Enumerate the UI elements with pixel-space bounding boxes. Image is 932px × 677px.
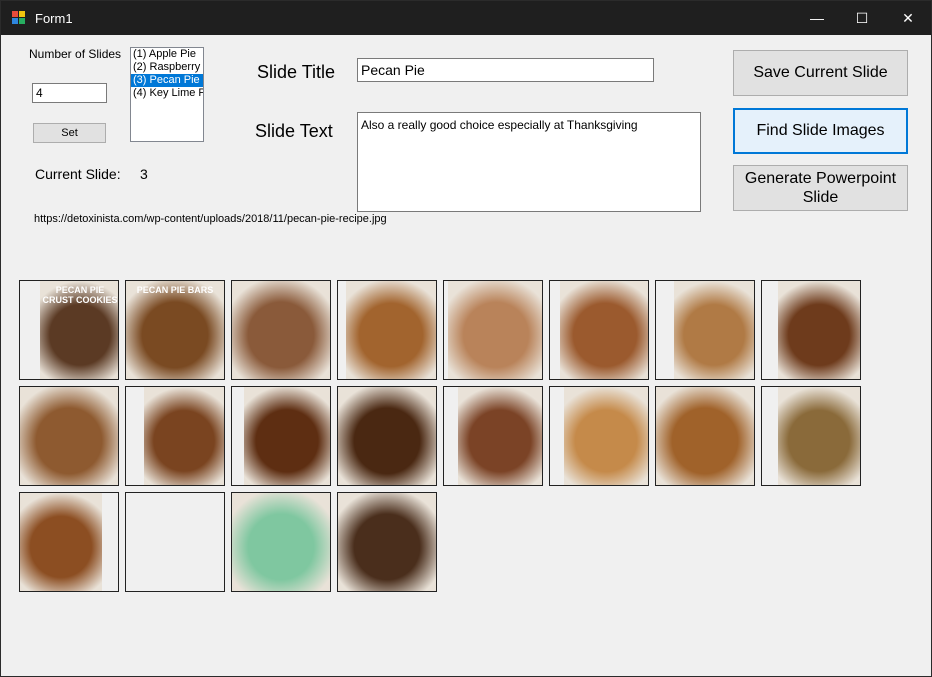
number-of-slides-label: Number of Slides bbox=[29, 47, 122, 61]
slide-list-item-selected[interactable]: (3) Pecan Pie bbox=[131, 74, 203, 87]
slide-title-label: Slide Title bbox=[257, 62, 336, 82]
thumbnail-image bbox=[20, 387, 118, 485]
caramel-drizzle-dessert-thumb[interactable] bbox=[337, 280, 437, 380]
skillet-pecan-dessert-thumb[interactable] bbox=[337, 492, 437, 592]
thumbnail-image bbox=[448, 281, 542, 379]
thumbnail-image bbox=[560, 281, 648, 379]
slides-listbox[interactable]: (1) Apple Pie (2) Raspberry Pie (3) Peca… bbox=[130, 47, 204, 142]
set-button[interactable]: Set bbox=[33, 123, 106, 143]
thumbnail-image bbox=[20, 493, 102, 591]
slide-list-item[interactable]: (2) Raspberry Pie bbox=[131, 61, 203, 74]
slide-list-item[interactable]: (1) Apple Pie bbox=[131, 48, 203, 61]
thumbnail-image bbox=[564, 387, 648, 485]
thumbnail-image bbox=[656, 387, 754, 485]
thumbnail-image bbox=[232, 493, 330, 591]
close-icon[interactable]: ✕ bbox=[885, 1, 931, 35]
image-url-label[interactable]: https://detoxinista.com/wp-content/uploa… bbox=[34, 213, 387, 225]
thumbnail-image bbox=[458, 387, 542, 485]
thumbnail-image bbox=[126, 281, 224, 379]
slide-text-label: Slide Text bbox=[255, 121, 333, 141]
thumbnail-image bbox=[338, 493, 436, 591]
thumbnail-image bbox=[338, 387, 436, 485]
generate-powerpoint-slide-button[interactable]: Generate Powerpoint Slide bbox=[733, 165, 908, 211]
baking-game-illustration-thumb[interactable] bbox=[231, 492, 331, 592]
thumbnail-image bbox=[674, 281, 754, 379]
app-icon bbox=[12, 11, 26, 25]
minimize-icon[interactable]: — bbox=[794, 1, 840, 35]
thumbnail-image bbox=[346, 281, 436, 379]
thumbnail-image bbox=[144, 387, 224, 485]
current-slide-label: Current Slide: bbox=[35, 166, 121, 182]
number-of-slides-input[interactable]: 4 bbox=[32, 83, 107, 103]
window-title: Form1 bbox=[35, 11, 73, 26]
pecan-pie-slice-plate-thumb[interactable] bbox=[443, 280, 543, 380]
thumbnail-image bbox=[244, 387, 330, 485]
slide-text-area[interactable]: Also a really good choice especially at … bbox=[357, 112, 701, 212]
thumbnail-image bbox=[778, 387, 860, 485]
thumbnail-caption: PECAN PIE BARS bbox=[136, 285, 214, 295]
stacked-pecan-bars-thumb[interactable] bbox=[761, 386, 861, 486]
whole-pecan-pie-thumb[interactable] bbox=[761, 280, 861, 380]
pecan-pie-crust-cookies-thumb[interactable]: PECAN PIE CRUST COOKIES bbox=[19, 280, 119, 380]
thumbnail-image bbox=[232, 281, 330, 379]
pecan-pie-crust-thumb[interactable] bbox=[19, 492, 119, 592]
save-current-slide-button[interactable]: Save Current Slide bbox=[733, 50, 908, 96]
form-window: Form1 — ☐ ✕ Number of Slides 4 Set Curre… bbox=[0, 0, 932, 677]
pecan-pie-bars-thumb[interactable]: PECAN PIE BARS bbox=[125, 280, 225, 380]
mini-pecan-pie-thumb[interactable] bbox=[125, 386, 225, 486]
find-slide-images-button[interactable]: Find Slide Images bbox=[733, 108, 908, 154]
pecan-cheesecake-slice-thumb[interactable] bbox=[655, 386, 755, 486]
empty-image-slot[interactable] bbox=[125, 492, 225, 592]
pecan-pie-slice-cream-thumb[interactable] bbox=[443, 386, 543, 486]
pecan-brittle-thumb[interactable] bbox=[655, 280, 755, 380]
pecan-bundt-cake-thumb[interactable] bbox=[549, 386, 649, 486]
slide-title-input[interactable]: Pecan Pie bbox=[357, 58, 654, 82]
thumbnail-caption: PECAN PIE CRUST COOKIES bbox=[42, 285, 118, 305]
maximize-icon[interactable]: ☐ bbox=[839, 1, 885, 35]
title-bar[interactable]: Form1 — ☐ ✕ bbox=[1, 1, 931, 35]
jar-of-pecans-thumb[interactable] bbox=[231, 280, 331, 380]
pecan-pie-side-thumb[interactable] bbox=[337, 386, 437, 486]
pecan-pie-overhead-thumb[interactable] bbox=[231, 386, 331, 486]
pecan-muffins-thumb[interactable] bbox=[549, 280, 649, 380]
pecan-pie-wedge-thumb[interactable] bbox=[19, 386, 119, 486]
slide-list-item[interactable]: (4) Key Lime Pie bbox=[131, 87, 203, 100]
current-slide-value: 3 bbox=[140, 166, 148, 182]
thumbnail-image bbox=[778, 281, 860, 379]
